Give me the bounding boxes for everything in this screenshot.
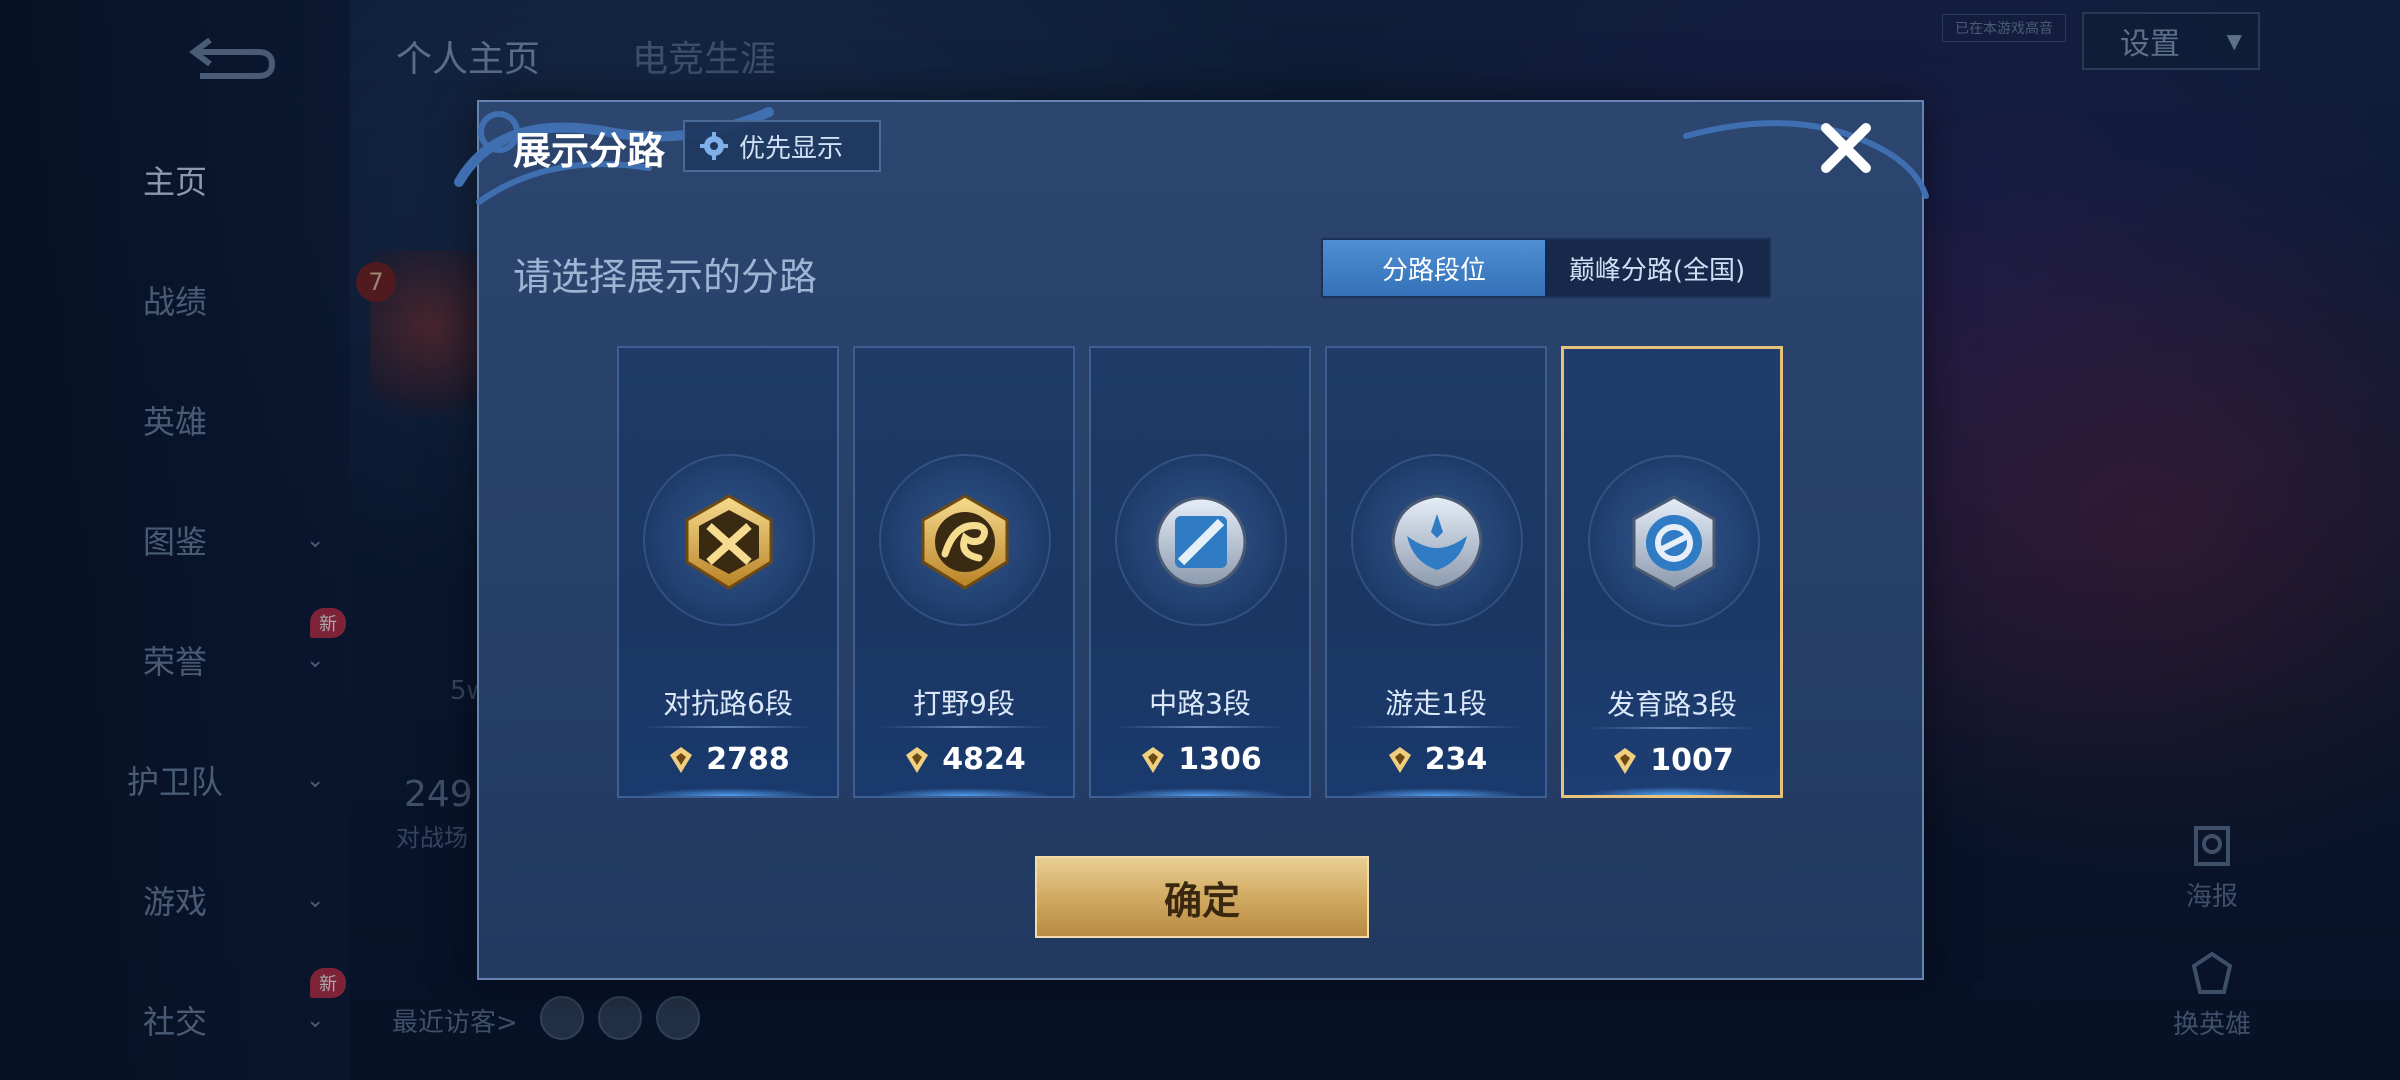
rank-points-icon [1388,746,1411,773]
sword-clash-icon [685,494,773,590]
lane-score: 2788 [619,742,837,777]
lane-score-value: 1007 [1650,743,1734,778]
card-glow [875,788,1053,796]
rank-points-icon [670,746,693,773]
priority-label: 优先显示 [739,133,844,164]
divider [1588,727,1756,729]
lane-score-value: 4824 [942,742,1026,777]
rank-points-icon [906,746,929,773]
close-icon[interactable] [1814,116,1878,180]
lane-score-value: 234 [1424,742,1488,777]
card-glow [1584,787,1760,795]
divider [879,726,1049,728]
confirm-button[interactable]: 确定 [1035,856,1369,938]
crosshair-icon [1632,495,1716,591]
decorative-swirl-icon [1683,120,1929,199]
lane-select-prompt: 请选择展示的分路 [513,255,818,299]
lane-name: 中路3段 [1149,687,1251,720]
tab-peak-lane[interactable]: 巅峰分路(全国) [1545,240,1769,296]
lane-score: 234 [1327,742,1545,777]
tab-lane-rank[interactable]: 分路段位 [1323,240,1545,296]
lane-score-value: 1306 [1178,742,1262,777]
lane-card-jungle[interactable]: 打野9段 4824 [853,346,1075,798]
lane-name: 发育路3段 [1607,688,1737,721]
lane-score: 4824 [855,742,1073,777]
card-glow [1347,788,1525,796]
rank-points-icon [1614,747,1637,774]
lane-score-value: 2788 [706,742,790,777]
gear-icon [700,132,728,160]
divider [1351,726,1521,728]
rank-points-icon [1142,746,1165,773]
lane-display-dialog: 展示分路 优先显示 请选择展示的分路 分路段位 巅峰分路(全国) 对抗路6段 2… [454,100,1929,980]
card-glow [1111,788,1289,796]
mid-slash-icon [1155,496,1247,588]
dialog-title: 展示分路 [513,129,666,173]
lane-score: 1007 [1564,743,1780,778]
lane-name: 打野9段 [913,687,1015,720]
dragon-icon [921,494,1009,590]
divider [1115,726,1285,728]
lane-card-top[interactable]: 对抗路6段 2788 [617,346,839,798]
lane-card-mid[interactable]: 中路3段 1306 [1089,346,1311,798]
card-glow [639,788,817,796]
lane-name: 对抗路6段 [663,687,793,720]
lane-score: 1306 [1091,742,1309,777]
lane-type-tabs: 分路段位 巅峰分路(全国) [1321,238,1771,298]
priority-display-button[interactable]: 优先显示 [683,120,881,172]
lane-card-farm[interactable]: 发育路3段 1007 [1561,346,1783,798]
lane-name: 游走1段 [1385,687,1487,720]
wings-icon [1391,494,1483,590]
lane-card-roam[interactable]: 游走1段 234 [1325,346,1547,798]
divider [643,726,813,728]
